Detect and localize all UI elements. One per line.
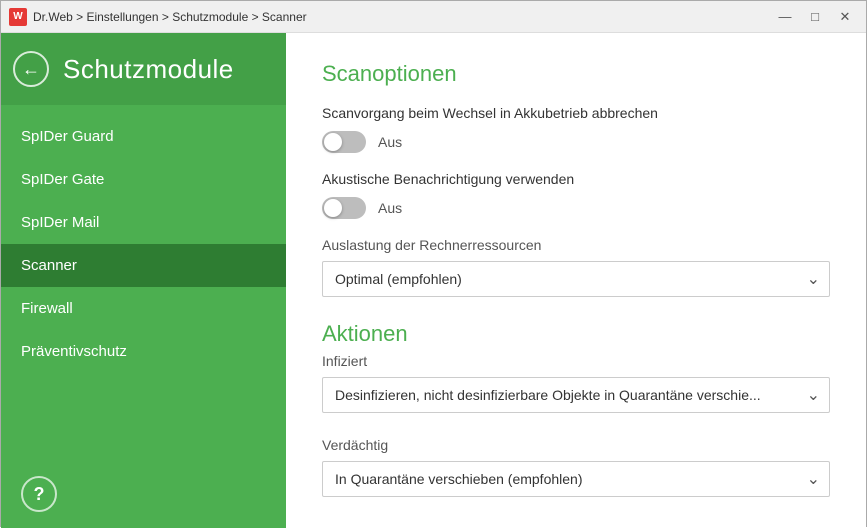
toggle2-row: Aus xyxy=(322,197,830,219)
maximize-button[interactable]: □ xyxy=(802,7,828,27)
infected-select[interactable]: Desinfizieren, nicht desinfizierbare Obj… xyxy=(322,377,830,413)
sidebar-item-firewall[interactable]: Firewall xyxy=(1,287,286,330)
toggle2-switch[interactable] xyxy=(322,197,366,219)
sidebar-item-spider-mail[interactable]: SpIDer Mail xyxy=(1,201,286,244)
toggle1-state: Aus xyxy=(378,134,402,150)
infected-select-wrapper: Desinfizieren, nicht desinfizierbare Obj… xyxy=(322,377,830,413)
sidebar: ← Schutzmodule SpIDer GuardSpIDer GateSp… xyxy=(1,33,286,528)
window-controls: — □ ✕ xyxy=(772,7,858,27)
sidebar-nav: SpIDer GuardSpIDer GateSpIDer MailScanne… xyxy=(1,105,286,460)
main-layout: ← Schutzmodule SpIDer GuardSpIDer GateSp… xyxy=(1,33,866,528)
scan-options-title: Scanoptionen xyxy=(322,61,830,87)
toggle1-thumb xyxy=(324,133,342,151)
suspicious-select[interactable]: In Quarantäne verschieben (empfohlen)Lös… xyxy=(322,461,830,497)
toggle2-label: Akustische Benachrichtigung verwenden xyxy=(322,171,830,187)
toggle2-thumb xyxy=(324,199,342,217)
titlebar-title: Dr.Web > Einstellungen > Schutzmodule > … xyxy=(33,10,772,24)
toggle2-state: Aus xyxy=(378,200,402,216)
back-arrow-icon: ← xyxy=(22,60,40,78)
minimize-button[interactable]: — xyxy=(772,7,798,27)
resources-label: Auslastung der Rechnerressourcen xyxy=(322,237,830,253)
close-button[interactable]: ✕ xyxy=(832,7,858,27)
actions-title: Aktionen xyxy=(322,321,830,347)
toggle1-switch[interactable] xyxy=(322,131,366,153)
toggle1-row: Aus xyxy=(322,131,830,153)
back-button[interactable]: ← xyxy=(13,51,49,87)
suspicious-select-wrapper: In Quarantäne verschieben (empfohlen)Lös… xyxy=(322,461,830,497)
sidebar-item-spider-gate[interactable]: SpIDer Gate xyxy=(1,158,286,201)
help-button[interactable]: ? xyxy=(21,476,57,512)
resources-select[interactable]: MinimalOptimal (empfohlen)Maximal xyxy=(322,261,830,297)
help-icon: ? xyxy=(34,484,45,505)
infected-label: Infiziert xyxy=(322,353,830,369)
titlebar: W Dr.Web > Einstellungen > Schutzmodule … xyxy=(1,1,866,33)
resources-select-wrapper: MinimalOptimal (empfohlen)Maximal ⌄ xyxy=(322,261,830,297)
sidebar-footer: ? xyxy=(1,460,286,528)
sidebar-header: ← Schutzmodule xyxy=(1,33,286,105)
sidebar-item-spider-guard[interactable]: SpIDer Guard xyxy=(1,115,286,158)
sidebar-item-scanner[interactable]: Scanner xyxy=(1,244,286,287)
app-logo: W xyxy=(9,8,27,26)
sidebar-item-preventive[interactable]: Präventivschutz xyxy=(1,330,286,373)
content-area: Scanoptionen Scanvorgang beim Wechsel in… xyxy=(286,33,866,528)
toggle1-label: Scanvorgang beim Wechsel in Akkubetrieb … xyxy=(322,105,830,121)
sidebar-title: Schutzmodule xyxy=(63,54,234,85)
suspicious-label: Verdächtig xyxy=(322,437,830,453)
